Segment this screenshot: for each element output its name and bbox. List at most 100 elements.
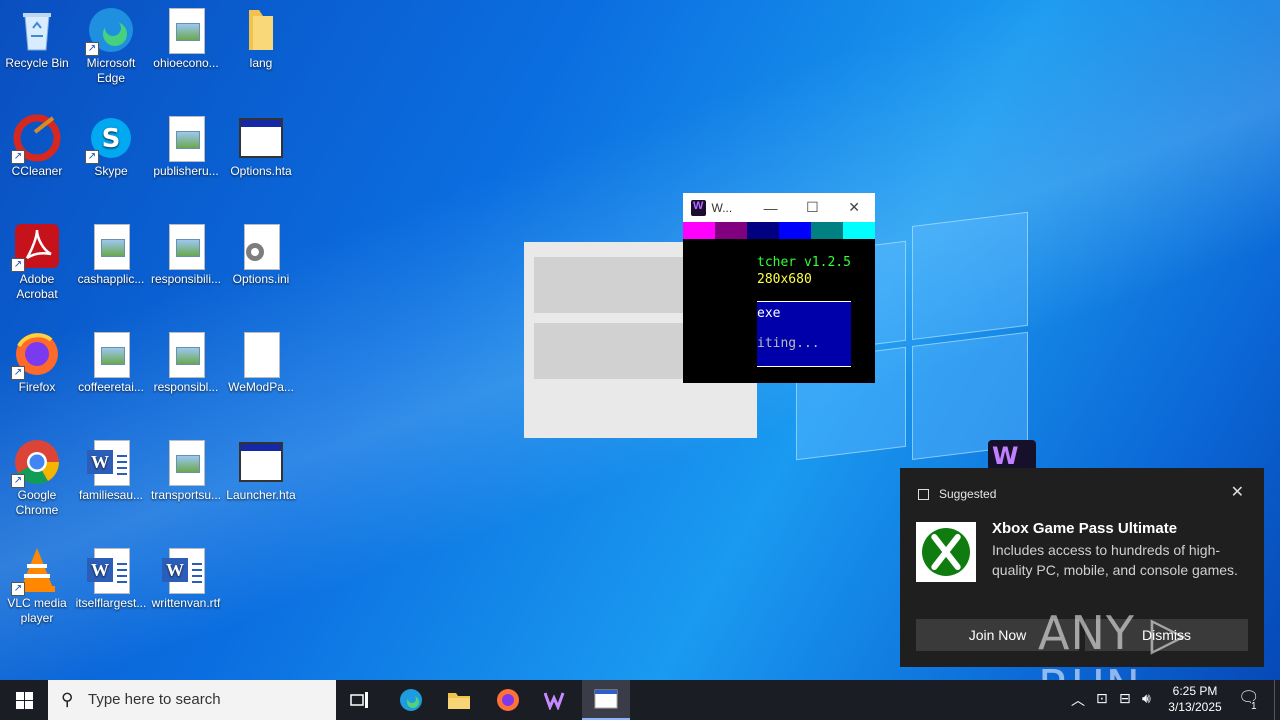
shortcut-arrow-icon: ↗ xyxy=(11,258,25,272)
volume-icon[interactable]: 🔊︎ xyxy=(1142,690,1151,707)
show-desktop-button[interactable] xyxy=(1274,680,1275,720)
wemod-logo-icon: W xyxy=(988,440,1036,470)
desktop-icon[interactable]: Recycle Bin xyxy=(0,6,74,71)
desktop-icon[interactable]: ohioecono... xyxy=(149,6,223,71)
desktop-icon[interactable]: responsibili... xyxy=(149,222,223,287)
desktop-icon[interactable]: Wfamiliesau... xyxy=(74,438,148,503)
word-document-icon: W xyxy=(87,438,135,486)
hta-file-icon xyxy=(237,438,285,486)
window-titlebar[interactable]: W... — ☐ ✕ xyxy=(683,193,875,222)
window-title: W... xyxy=(711,200,733,215)
wemod-icon xyxy=(543,692,565,712)
desktop-icon[interactable]: ↗ Microsoft Edge xyxy=(74,6,148,86)
chrome-icon: ↗ xyxy=(11,438,61,488)
desktop-icon-label: Launcher.hta xyxy=(226,488,296,502)
network-icon[interactable]: ⊟ xyxy=(1119,690,1131,707)
search-icon: ⚲ xyxy=(61,690,74,709)
desktop-icon[interactable]: publisheru... xyxy=(149,114,223,179)
desktop-icon[interactable]: responsibl... xyxy=(149,330,223,395)
hta-window-icon xyxy=(594,689,618,709)
meet-now-icon[interactable]: ⊡ xyxy=(1096,690,1108,707)
windows-start-icon xyxy=(16,692,33,709)
edge-icon xyxy=(400,689,422,711)
taskbar-hta-window[interactable] xyxy=(582,680,630,720)
taskbar-search-box[interactable]: ⚲ Type here to search xyxy=(48,680,336,720)
desktop-icon[interactable]: coffeeretai... xyxy=(74,330,148,395)
desktop-icon[interactable]: ↗ VLC media player xyxy=(0,546,74,626)
taskbar-edge[interactable] xyxy=(387,680,435,720)
desktop-icon-label: familiesau... xyxy=(78,488,144,502)
desktop-icon[interactable]: Options.ini xyxy=(224,222,298,287)
toast-header-label: Suggested xyxy=(939,487,997,501)
desktop-icon[interactable]: Options.hta xyxy=(224,114,298,179)
console-area: tcher v1.2.5 280x680 exe iting... xyxy=(683,239,875,383)
desktop-icon-label: publisheru... xyxy=(153,164,219,178)
clock-time: 6:25 PM xyxy=(1172,684,1218,698)
toast-title: Xbox Game Pass Ultimate xyxy=(992,520,1178,537)
console-waiting-text: iting... xyxy=(757,336,820,351)
desktop-icon[interactable]: S ↗ Skype xyxy=(74,114,148,179)
folder-icon xyxy=(448,693,470,709)
taskbar-file-explorer[interactable] xyxy=(435,680,483,720)
color-swatch xyxy=(747,222,779,239)
desktop-icon[interactable]: cashapplic... xyxy=(74,222,148,287)
task-view-icon xyxy=(350,692,368,708)
desktop-icon-label: CCleaner xyxy=(11,164,63,178)
desktop-icon[interactable]: Launcher.hta xyxy=(224,438,298,503)
notification-toast[interactable]: Suggested ✕ Xbox Game Pass Ultimate Incl… xyxy=(900,468,1264,667)
desktop-icon[interactable]: ↗ Google Chrome xyxy=(0,438,74,518)
desktop-icon[interactable]: Wwrittenvan.rtf xyxy=(149,546,223,611)
desktop-icon[interactable]: ↗ CCleaner xyxy=(0,114,74,179)
desktop-icon[interactable]: ↗ Firefox xyxy=(0,330,74,395)
taskbar-wemod[interactable] xyxy=(533,680,581,720)
desktop-icon-label: coffeeretai... xyxy=(78,380,144,394)
start-button[interactable] xyxy=(0,680,48,720)
desktop-icon-label: writtenvan.rtf xyxy=(151,596,221,610)
word-document-icon: W xyxy=(162,546,210,594)
color-swatch xyxy=(683,222,715,239)
desktop-icon[interactable]: ↗ Adobe Acrobat xyxy=(0,222,74,302)
toast-close-icon[interactable]: ✕ xyxy=(1231,482,1244,502)
edge-icon: ↗ xyxy=(85,6,135,56)
close-button[interactable]: ✕ xyxy=(833,199,875,216)
desktop-icon-label: Recycle Bin xyxy=(5,56,69,70)
desktop-icon-label: Firefox xyxy=(18,380,56,394)
search-placeholder: Type here to search xyxy=(88,691,221,708)
shortcut-arrow-icon: ↗ xyxy=(11,150,25,164)
desktop-icon-label: responsibili... xyxy=(150,272,222,286)
taskbar-firefox[interactable] xyxy=(484,680,532,720)
hta-file-icon xyxy=(237,114,285,162)
color-swatch xyxy=(779,222,811,239)
taskbar-clock[interactable]: 6:25 PM 3/13/2025 xyxy=(1160,683,1230,715)
desktop-icon[interactable]: transportsu... xyxy=(149,438,223,503)
desktop-icon[interactable]: lang xyxy=(224,6,298,71)
desktop-icon-label: VLC media player xyxy=(7,596,67,625)
clock-date: 3/13/2025 xyxy=(1168,700,1222,714)
color-strip xyxy=(683,222,875,239)
join-now-button[interactable]: Join Now xyxy=(916,619,1079,651)
image-file-icon xyxy=(162,114,210,162)
maximize-button[interactable]: ☐ xyxy=(791,199,833,216)
desktop-icon-label: transportsu... xyxy=(150,488,222,502)
minimize-button[interactable]: — xyxy=(750,200,792,216)
dismiss-button[interactable]: Dismiss xyxy=(1085,619,1248,651)
image-file-icon xyxy=(162,222,210,270)
desktop-icon-label: Adobe Acrobat xyxy=(16,272,58,301)
toast-header: Suggested xyxy=(918,487,996,501)
wemod-launcher-window[interactable]: W... — ☐ ✕ tcher v1.2.5 280x680 exe itin… xyxy=(683,193,875,383)
console-exe-text: exe xyxy=(757,306,781,321)
console-status-box: exe iting... xyxy=(757,301,851,367)
acrobat-icon: ↗ xyxy=(11,222,61,272)
show-hidden-icons-chevron-icon[interactable]: ︿ xyxy=(1071,690,1085,710)
desktop-icon[interactable]: Witselflargest... xyxy=(74,546,148,611)
color-swatch xyxy=(811,222,843,239)
desktop-icon[interactable]: WeModPa... xyxy=(224,330,298,395)
task-view-button[interactable] xyxy=(336,680,384,720)
desktop-icon-label: Google Chrome xyxy=(15,488,59,517)
desktop-icon-label: Microsoft Edge xyxy=(86,56,136,85)
shortcut-arrow-icon: ↗ xyxy=(85,150,99,164)
shortcut-arrow-icon: ↗ xyxy=(85,42,99,56)
shortcut-arrow-icon: ↗ xyxy=(11,366,25,380)
ccleaner-icon: ↗ xyxy=(11,114,61,164)
notification-count-badge: 1 xyxy=(1251,701,1257,712)
